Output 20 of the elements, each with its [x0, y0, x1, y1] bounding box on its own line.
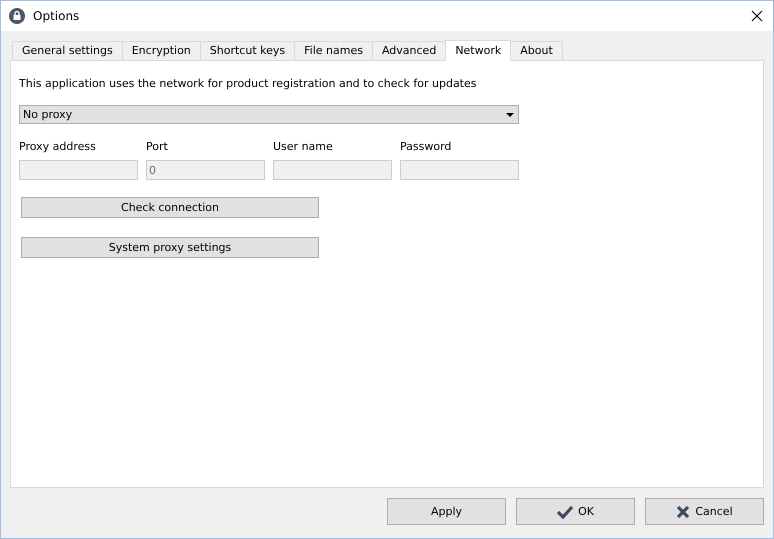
- dialog-button[interactable]: OK: [516, 498, 635, 525]
- checkmark-icon: [557, 504, 574, 518]
- tab[interactable]: About: [510, 41, 563, 60]
- tab[interactable]: General settings: [12, 41, 123, 60]
- tab[interactable]: Network: [445, 40, 512, 61]
- field-label: Password: [400, 140, 452, 153]
- action-button[interactable]: Check connection: [21, 197, 319, 218]
- field-label: User name: [273, 140, 334, 153]
- dropdown-arrow-icon: [506, 112, 514, 116]
- dialog-button[interactable]: Apply: [387, 498, 506, 525]
- proxy-dropdown[interactable]: No proxy: [19, 105, 519, 124]
- description-text: This application uses the network for product registration and to check for updates: [19, 77, 476, 90]
- action-button[interactable]: System proxy settings: [21, 237, 319, 258]
- lock-icon: [9, 8, 25, 24]
- field-label: Proxy address: [19, 140, 97, 153]
- cross-icon: [676, 504, 690, 518]
- field-label: Port: [146, 140, 169, 153]
- window-title: Options: [33, 9, 80, 23]
- dialog-button[interactable]: Cancel: [645, 498, 764, 525]
- close-icon[interactable]: [751, 10, 763, 22]
